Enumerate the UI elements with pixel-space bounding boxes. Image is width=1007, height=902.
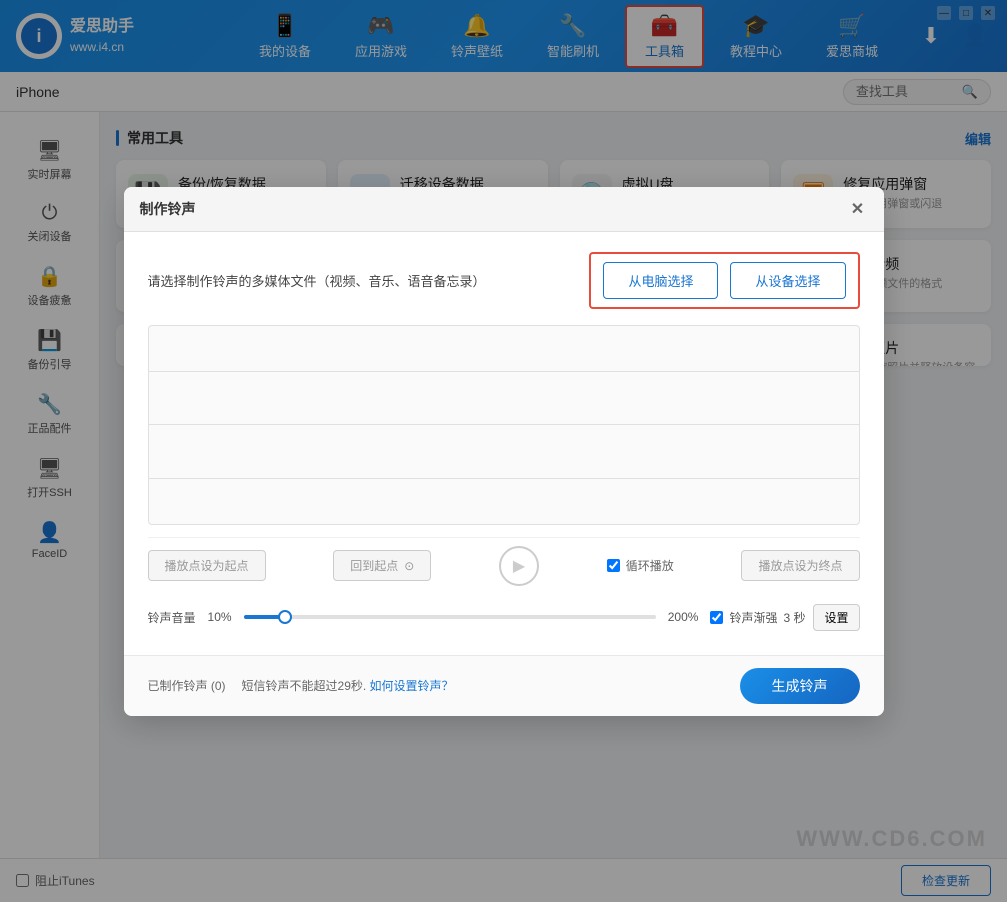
how-to-set-ringtone-link[interactable]: 如何设置铃声？ — [370, 679, 454, 693]
footer-left: 已制作铃声 (0) 短信铃声不能超过29秒. 如何设置铃声？ — [148, 677, 454, 694]
play-button[interactable]: ▶ — [499, 546, 539, 586]
loop-checkbox-input[interactable] — [607, 559, 620, 572]
modal-overlay[interactable]: 制作铃声 ✕ 请选择制作铃声的多媒体文件（视频、音乐、语音备忘录） 从电脑选择 … — [0, 0, 1007, 902]
footer-note: 短信铃声不能超过29秒. 如何设置铃声？ — [242, 677, 454, 694]
volume-label: 铃声音量 — [148, 609, 196, 626]
waveform-line — [149, 371, 859, 372]
from-device-button[interactable]: 从设备选择 — [730, 262, 845, 299]
back-to-start-button[interactable]: 回到起点 ⊙ — [333, 550, 431, 581]
waveform-area — [148, 325, 860, 525]
fade-settings-button[interactable]: 设置 — [813, 604, 859, 631]
modal-close-button[interactable]: ✕ — [848, 199, 868, 219]
volume-row: 铃声音量 10% 200% 铃声渐强 3 秒 设置 — [148, 594, 860, 635]
waveform-inner-2 — [149, 433, 859, 524]
generate-ringtone-button[interactable]: 生成铃声 — [740, 668, 860, 704]
fade-label: 铃声渐强 — [729, 609, 777, 626]
modal-prompt: 请选择制作铃声的多媒体文件（视频、音乐、语音备忘录） — [148, 271, 486, 290]
modal-body: 请选择制作铃声的多媒体文件（视频、音乐、语音备忘录） 从电脑选择 从设备选择 播… — [124, 232, 884, 655]
loop-play-checkbox[interactable]: 循环播放 — [607, 557, 674, 574]
from-computer-button[interactable]: 从电脑选择 — [603, 262, 718, 299]
modal-top-row: 请选择制作铃声的多媒体文件（视频、音乐、语音备忘录） 从电脑选择 从设备选择 — [148, 252, 860, 309]
circle-icon: ⊙ — [404, 559, 414, 573]
fade-checkbox[interactable] — [710, 611, 723, 624]
modal-footer: 已制作铃声 (0) 短信铃声不能超过29秒. 如何设置铃声？ 生成铃声 — [124, 655, 884, 716]
volume-max: 200% — [668, 610, 699, 624]
fade-seconds: 3 秒 — [783, 609, 805, 626]
play-icon: ▶ — [513, 556, 525, 576]
volume-handle[interactable] — [278, 610, 292, 624]
waveform-inner — [149, 326, 859, 417]
modal-title: 制作铃声 — [140, 199, 196, 219]
footer-right: 生成铃声 — [740, 668, 860, 704]
modal-source-buttons: 从电脑选择 从设备选择 — [589, 252, 859, 309]
playback-controls: 播放点设为起点 回到起点 ⊙ ▶ 循环播放 播放点设为终点 — [148, 537, 860, 594]
volume-min: 10% — [208, 610, 232, 624]
made-count: 已制作铃声 (0) — [148, 677, 226, 694]
volume-slider[interactable] — [244, 615, 656, 619]
waveform-divider — [149, 424, 859, 425]
ringtone-fade-row: 铃声渐强 3 秒 — [710, 609, 805, 626]
set-end-button[interactable]: 播放点设为终点 — [741, 550, 859, 581]
modal-header: 制作铃声 ✕ — [124, 187, 884, 232]
waveform-line-2 — [149, 478, 859, 479]
make-ringtone-modal: 制作铃声 ✕ 请选择制作铃声的多媒体文件（视频、音乐、语音备忘录） 从电脑选择 … — [124, 187, 884, 716]
set-start-button[interactable]: 播放点设为起点 — [148, 550, 266, 581]
